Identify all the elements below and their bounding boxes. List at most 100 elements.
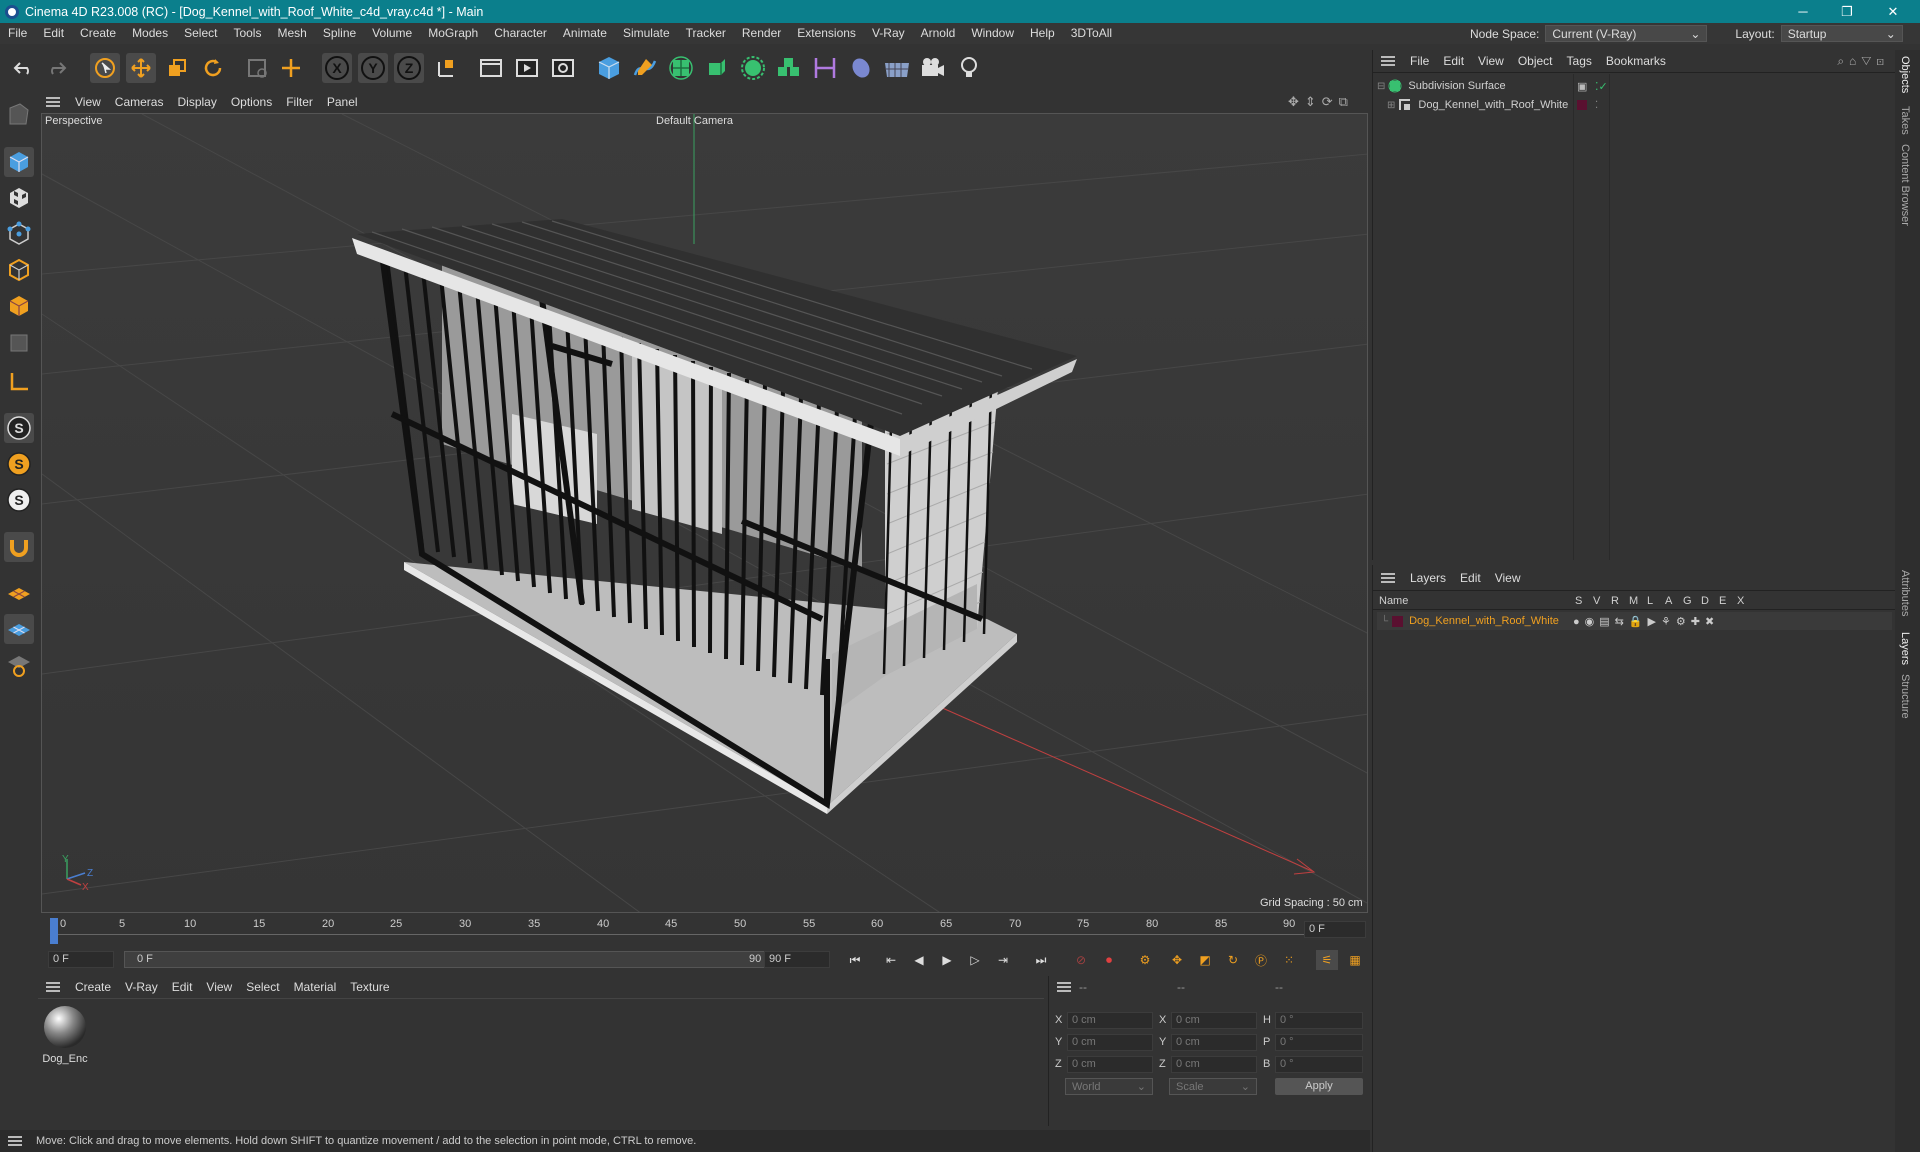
menu-extensions[interactable]: Extensions xyxy=(789,23,864,44)
field-icon[interactable] xyxy=(846,53,876,83)
select-tool-button[interactable] xyxy=(90,53,120,83)
viewport-menu-filter[interactable]: Filter xyxy=(279,95,320,109)
menu-3dtoall[interactable]: 3DToAll xyxy=(1063,23,1120,44)
scene-canvas[interactable] xyxy=(42,114,1368,913)
menu-help[interactable]: Help xyxy=(1022,23,1063,44)
material-menu-create[interactable]: Create xyxy=(68,980,118,994)
mograph-cloner-icon[interactable] xyxy=(774,53,804,83)
coordinate-system-button[interactable] xyxy=(432,53,462,83)
menu-modes[interactable]: Modes xyxy=(124,23,176,44)
layer-menu-view[interactable]: View xyxy=(1488,571,1528,585)
light-icon[interactable] xyxy=(954,53,984,83)
snap-settings-icon[interactable]: S xyxy=(4,449,34,479)
tab-content-browser[interactable]: Content Browser xyxy=(1899,144,1911,226)
material-menu-view[interactable]: View xyxy=(199,980,239,994)
model-mode-icon[interactable] xyxy=(4,147,34,177)
material-menu-texture[interactable]: Texture xyxy=(343,980,396,994)
menu-spline[interactable]: Spline xyxy=(315,23,364,44)
key-position-icon[interactable]: ✥ xyxy=(1166,950,1188,970)
node-space-select[interactable]: Current (V-Ray) ⌄ xyxy=(1545,25,1708,42)
frame-range-slider[interactable]: 0 F 90 F xyxy=(124,951,784,968)
points-mode-icon[interactable] xyxy=(4,219,34,249)
go-to-end-icon[interactable]: ⏭ xyxy=(1030,950,1052,970)
snap-icon[interactable]: S xyxy=(4,413,34,443)
viewport-menu-icon[interactable] xyxy=(46,97,60,107)
grid-plane-icon[interactable] xyxy=(4,614,34,644)
scale-z-field[interactable]: 0 cm xyxy=(1171,1056,1257,1073)
uv-mode-icon[interactable] xyxy=(4,328,34,358)
material-menu-edit[interactable]: Edit xyxy=(165,980,200,994)
floor-icon[interactable] xyxy=(882,53,912,83)
tree-item-kennel[interactable]: ⊞ Dog_Kennel_with_Roof_White ⁚ xyxy=(1387,96,1892,114)
tree-item-subdivision[interactable]: ⊟ Subdivision Surface ▣ ⁚✓ xyxy=(1377,77,1892,95)
menu-volume[interactable]: Volume xyxy=(364,23,420,44)
layer-menu-icon[interactable] xyxy=(1381,573,1395,583)
locked-workplane-icon[interactable] xyxy=(4,650,34,680)
viewport-menu-view[interactable]: View xyxy=(68,95,108,109)
y-axis-lock-button[interactable]: Y xyxy=(358,53,388,83)
menu-tracker[interactable]: Tracker xyxy=(678,23,734,44)
start-frame-field[interactable]: 0 F xyxy=(48,951,114,968)
material-menu-material[interactable]: Material xyxy=(287,980,344,994)
deformer-icon[interactable] xyxy=(810,53,840,83)
pos-y-field[interactable]: 0 cm xyxy=(1067,1034,1153,1051)
menu-render[interactable]: Render xyxy=(734,23,789,44)
undo-button[interactable] xyxy=(8,53,38,83)
menu-animate[interactable]: Animate xyxy=(555,23,615,44)
redo-button[interactable] xyxy=(42,53,72,83)
play-icon[interactable]: ▶ xyxy=(936,950,958,970)
key-scale-icon[interactable]: ◩ xyxy=(1194,950,1216,970)
playhead[interactable] xyxy=(50,918,58,944)
rot-h-field[interactable]: 0 ° xyxy=(1275,1012,1363,1029)
menu-select[interactable]: Select xyxy=(176,23,225,44)
camera-label[interactable]: Default Camera xyxy=(656,115,733,127)
scale-tool-button[interactable] xyxy=(162,53,192,83)
camera-icon[interactable] xyxy=(918,53,948,83)
layer-color-swatch[interactable] xyxy=(1392,615,1404,627)
pos-x-field[interactable]: 0 cm xyxy=(1067,1012,1153,1029)
object-menu-edit[interactable]: Edit xyxy=(1436,54,1471,68)
menu-character[interactable]: Character xyxy=(486,23,555,44)
status-menu-icon[interactable] xyxy=(8,1136,22,1146)
object-menu-bookmarks[interactable]: Bookmarks xyxy=(1599,54,1673,68)
render-view-button[interactable] xyxy=(476,53,506,83)
scale-y-field[interactable]: 0 cm xyxy=(1171,1034,1257,1051)
pos-z-field[interactable]: 0 cm xyxy=(1067,1056,1153,1073)
viewport-menu-display[interactable]: Display xyxy=(170,95,223,109)
menu-edit[interactable]: Edit xyxy=(35,23,72,44)
viewport-menu-cameras[interactable]: Cameras xyxy=(108,95,171,109)
apply-button[interactable]: Apply xyxy=(1275,1078,1363,1095)
workplane-icon[interactable] xyxy=(4,578,34,608)
go-to-start-icon[interactable]: ⏮ xyxy=(844,950,866,970)
tab-layers[interactable]: Layers xyxy=(1899,632,1911,665)
layer-toggle-icons[interactable]: ●◉▤⇆🔒▶⚘⚙✚✖ xyxy=(1573,615,1719,628)
key-param-icon[interactable]: Ⓟ xyxy=(1250,950,1272,970)
live-selection-icon[interactable] xyxy=(242,53,272,83)
object-menu-file[interactable]: File xyxy=(1403,54,1436,68)
pen-spline-icon[interactable] xyxy=(630,53,660,83)
previous-frame-icon[interactable]: ◀ xyxy=(908,950,930,970)
object-menu-icon[interactable] xyxy=(1381,56,1395,66)
viewport[interactable]: Perspective Default Camera Grid Spacing … xyxy=(41,113,1368,913)
tab-structure[interactable]: Structure xyxy=(1899,674,1911,719)
enabled-check-icon[interactable]: ⁚✓ xyxy=(1595,80,1608,93)
scale-x-field[interactable]: 0 cm xyxy=(1171,1012,1257,1029)
object-menu-tags[interactable]: Tags xyxy=(1560,54,1599,68)
menu-mograph[interactable]: MoGraph xyxy=(420,23,486,44)
tab-objects[interactable]: Objects xyxy=(1899,56,1911,93)
cloner-icon[interactable] xyxy=(738,53,768,83)
timeline-ruler[interactable]: 0 5 10 15 20 25 30 35 40 45 50 55 60 65 … xyxy=(38,914,1370,948)
axis-tool-button[interactable] xyxy=(276,53,306,83)
object-menu-view[interactable]: View xyxy=(1471,54,1511,68)
key-pla-icon[interactable]: ⁙ xyxy=(1278,950,1300,970)
restore-button[interactable]: ❐ xyxy=(1826,0,1868,23)
rot-b-field[interactable]: 0 ° xyxy=(1275,1056,1363,1073)
material-menu-select[interactable]: Select xyxy=(239,980,286,994)
previous-key-icon[interactable]: ⇤ xyxy=(880,950,902,970)
x-axis-lock-button[interactable]: X xyxy=(322,53,352,83)
menu-mesh[interactable]: Mesh xyxy=(269,23,314,44)
coord-mode-select[interactable]: World ⌄ xyxy=(1065,1078,1153,1095)
key-rotation-icon[interactable]: ↻ xyxy=(1222,950,1244,970)
collapse-icon[interactable]: ⊟ xyxy=(1377,81,1385,92)
expand-icon[interactable]: ⊞ xyxy=(1387,100,1395,111)
